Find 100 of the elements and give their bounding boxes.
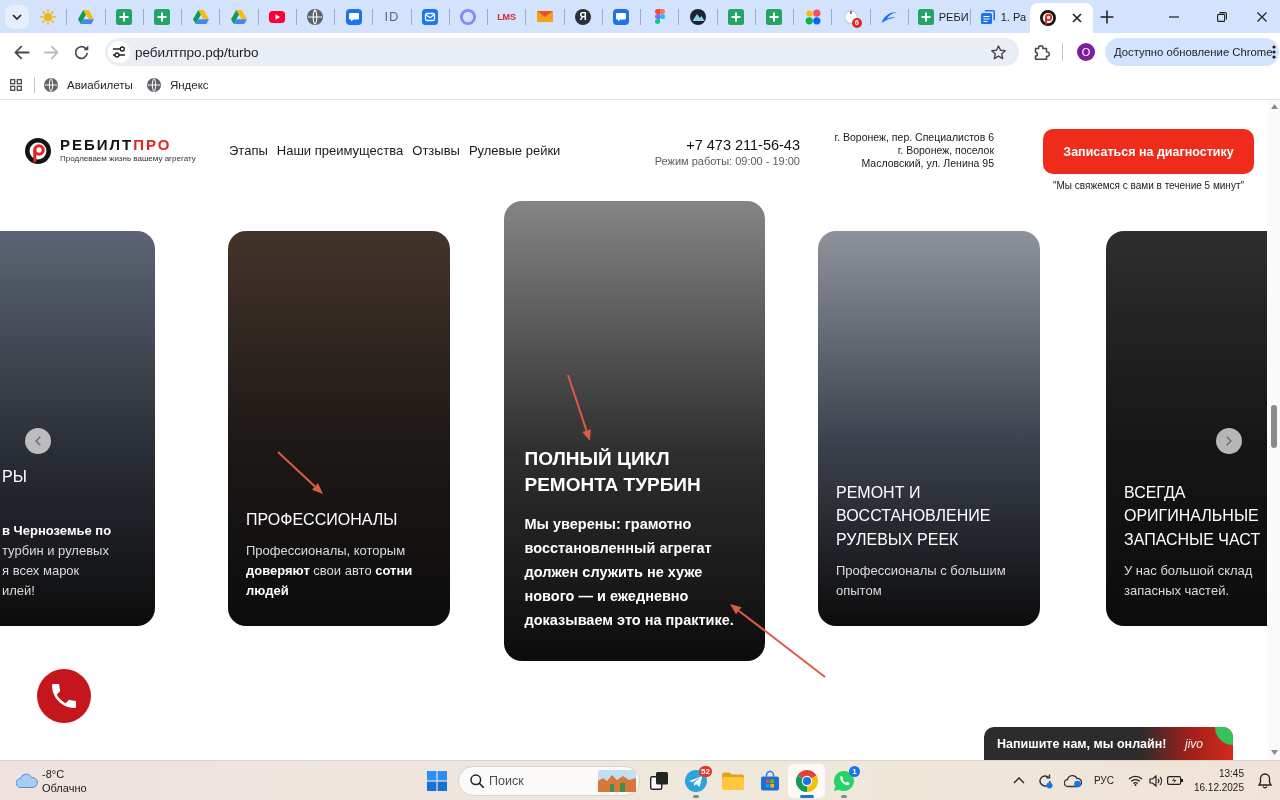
notification-badge: 52 (699, 765, 712, 777)
chat-prompt-text: Напишите нам, мы онлайн! (997, 736, 1167, 751)
puzzle-icon[interactable] (1034, 44, 1050, 60)
url-text: ребилтпро.рф/turbo (135, 44, 259, 60)
globe-icon (307, 8, 324, 25)
logo-tagline: Продлеваем жизнь вашему агрегату (60, 154, 197, 164)
close-icon[interactable] (1257, 11, 1267, 22)
shapes-icon (654, 9, 665, 24)
dots-icon (804, 8, 821, 25)
triangle-icon (230, 9, 247, 24)
sheet-icon (766, 8, 783, 25)
bookmark-item[interactable]: Авиабилеты (37, 73, 140, 97)
profile-avatar[interactable]: О (1077, 43, 1095, 61)
slide-title: ПРОФЕССИОНАЛЫ (246, 509, 399, 530)
update-button[interactable]: Доступно обновление Chrome (1105, 38, 1279, 66)
scroll-down-icon[interactable] (1270, 750, 1278, 755)
chevron-down-icon (12, 14, 22, 20)
taskbar-button[interactable]: 1 (825, 763, 862, 798)
sheet-icon (116, 8, 133, 25)
chat-widget[interactable]: Напишите нам, мы онлайн! jivo (984, 727, 1233, 760)
mountain-icon (689, 8, 706, 25)
taskbar-button[interactable]: 52 (677, 763, 714, 798)
address-text: г. Воронеж, пер. Специалистов 6 (834, 131, 994, 144)
circle-icon (843, 9, 858, 24)
browser-tab[interactable]: ID (373, 0, 411, 33)
clock-time[interactable]: 13:45 (1218, 766, 1244, 781)
chevron-up-icon[interactable] (1012, 777, 1025, 784)
tab-search-button[interactable] (5, 5, 29, 29)
address-bar[interactable]: ребилтпро.рф/turbo (105, 38, 1019, 66)
scrollbar-thumb[interactable] (1271, 405, 1277, 448)
sheet-icon (917, 8, 934, 25)
folder-icon (721, 771, 744, 790)
battery-icon[interactable] (1166, 776, 1183, 785)
globe-icon (146, 78, 161, 92)
clock-date[interactable]: 16.12.2025 (1193, 780, 1244, 795)
browser-tab[interactable]: Я (564, 0, 602, 33)
minimize-icon[interactable] (1169, 15, 1179, 18)
slide-text: в Черноземье по турбин и рулевых я всех марок илей! (2, 522, 113, 600)
back-icon[interactable] (14, 44, 30, 60)
working-hours: Режим работы: 09:00 - 19:00 (654, 154, 800, 168)
nav-link[interactable]: Отзывы (412, 143, 460, 159)
scroll-up-icon[interactable] (1270, 104, 1278, 109)
bell-icon[interactable] (1258, 772, 1272, 789)
diagnostics-button[interactable]: Записаться на диагностику (1043, 129, 1254, 174)
tab-title: РЕБИ (938, 10, 969, 23)
sheet-icon (154, 8, 171, 25)
weather-temperature: -8°C (42, 766, 66, 781)
pages-icon (979, 8, 996, 25)
nav-link[interactable]: Наши преимущества (276, 143, 404, 159)
slide-text: У нас большой склад запасных частей. (1124, 562, 1254, 600)
browser-tab[interactable]: LMS (488, 0, 526, 33)
browser-tab[interactable] (1029, 3, 1093, 33)
new-tab-icon[interactable] (1099, 10, 1114, 24)
weather-condition: Облачно (42, 780, 87, 795)
bookmark-item[interactable]: Яндекс (139, 73, 216, 97)
triangle-icon (192, 9, 209, 24)
annotation-arrow (567, 374, 591, 441)
nav-link[interactable]: Рулевые рейки (468, 143, 561, 159)
star-icon[interactable] (991, 44, 1006, 60)
browser-tab[interactable]: 1. Ра (970, 0, 1029, 33)
restore-icon[interactable] (1217, 11, 1227, 22)
tab-title: 1. Ра (1000, 10, 1027, 23)
slide-text: Профессионалы, которым доверяют свои авто сотни людей (246, 542, 414, 600)
logo-wordmark[interactable]: РЕБИЛТПРО (60, 137, 200, 153)
apps-grid-icon[interactable] (10, 79, 22, 91)
slide-title: ВСЕГДА ОРИГИНАЛЬНЫЕ ЗАПАСНЫЕ ЧАСТ (1124, 482, 1262, 550)
notification-badge: 1 (849, 765, 860, 777)
start-icon (426, 770, 447, 791)
cloud-icon (16, 773, 38, 788)
slide-text: Мы уверены: грамотно восстановленный агрегат должен служить не хуже нового — и ежедневно доказываем это на практике. (524, 515, 735, 630)
address-text: г. Воронеж, поселок Масловский, ул. Ленина 95 (860, 144, 994, 170)
browser-tab[interactable]: РЕБИ (908, 0, 970, 33)
site-info-icon[interactable] (108, 41, 130, 63)
chat-icon (613, 8, 630, 25)
weather-widget[interactable]: -8°C Облачно (16, 766, 87, 795)
slide-text: Профессионалы с большим опытом (836, 562, 1007, 600)
more-icon[interactable] (1272, 45, 1277, 59)
call-button[interactable] (37, 669, 91, 723)
phone-link[interactable]: +7 473 211-56-43 (686, 137, 800, 154)
wifi-icon[interactable] (1127, 775, 1143, 786)
play-icon (269, 10, 286, 23)
search-icon (470, 773, 484, 788)
logo-icon[interactable] (25, 137, 51, 164)
triangle-icon (77, 9, 94, 24)
callback-note: "Мы свяжемся с вами в течение 5 минут" (1053, 180, 1244, 192)
language-indicator[interactable]: РУС (1093, 775, 1114, 786)
envelope-icon (536, 11, 553, 22)
annotation-arrow (277, 451, 323, 494)
task-view-icon (649, 771, 668, 790)
close-icon[interactable] (1071, 13, 1082, 23)
phone-icon (52, 684, 76, 708)
nav-link[interactable]: Этапы (229, 143, 268, 159)
sync-icon[interactable] (1036, 772, 1053, 789)
cloud-info-icon[interactable] (1063, 773, 1082, 788)
chevron-left-icon (35, 436, 41, 446)
browser-logo-icon (795, 769, 818, 792)
logo-icon (1039, 10, 1056, 26)
swoosh-icon (881, 10, 898, 23)
volume-icon[interactable] (1148, 774, 1163, 787)
reload-icon[interactable] (74, 44, 90, 60)
